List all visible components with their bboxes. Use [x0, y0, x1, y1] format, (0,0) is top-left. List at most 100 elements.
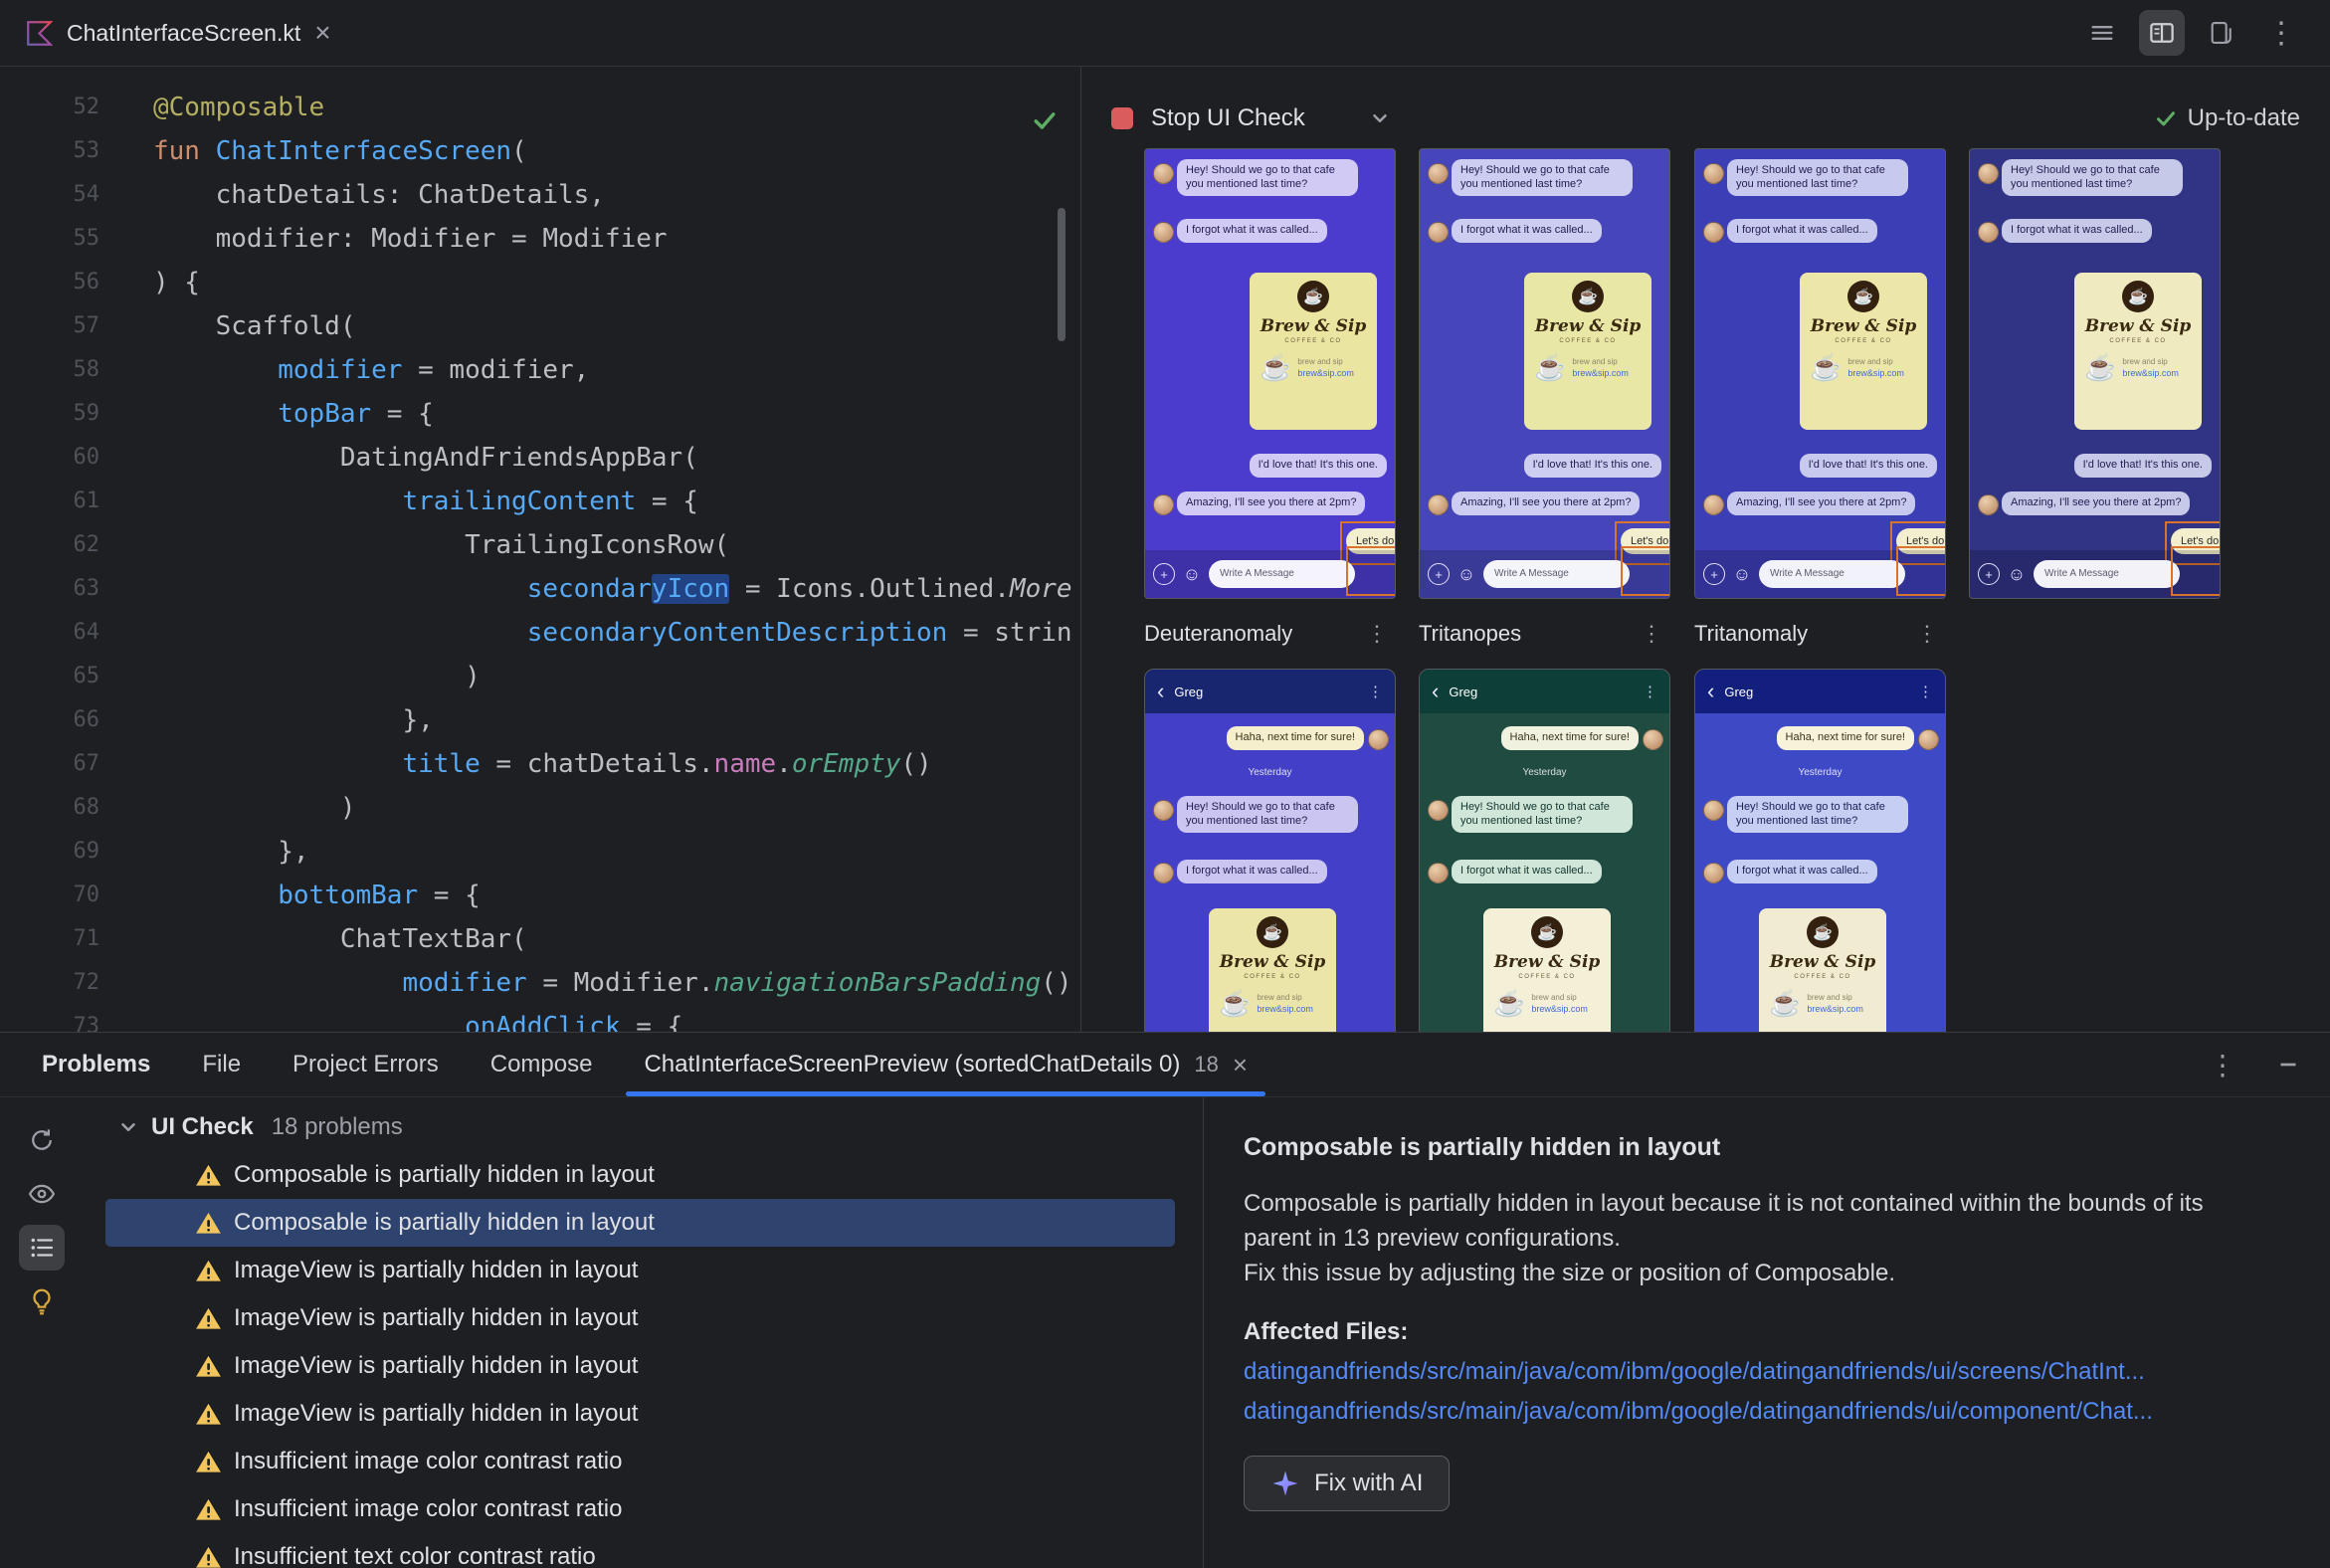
code-line[interactable]: 57 Scaffold( — [0, 304, 1080, 348]
emoji-icon[interactable]: ☺ — [1456, 564, 1476, 584]
chevron-down-icon[interactable] — [117, 1116, 139, 1138]
code-line[interactable]: 54 chatDetails: ChatDetails, — [0, 173, 1080, 217]
fix-with-ai-button[interactable]: Fix with AI — [1244, 1456, 1451, 1511]
code-line[interactable]: 65 ) — [0, 655, 1080, 698]
code-line[interactable]: 55 modifier: Modifier = Modifier — [0, 217, 1080, 261]
problem-list-item[interactable]: Composable is partially hidden in layout — [105, 1199, 1175, 1247]
panel-tab[interactable]: Project Errors — [267, 1033, 465, 1096]
code-line[interactable]: 59 topBar = { — [0, 392, 1080, 436]
panel-tab[interactable]: Compose — [465, 1033, 619, 1096]
tab-close-icon[interactable]: × — [314, 19, 330, 47]
code-line[interactable]: 52 @Composable — [0, 86, 1080, 129]
list-view-icon[interactable] — [19, 1225, 65, 1271]
preview-eye-icon[interactable] — [19, 1171, 65, 1217]
message-input[interactable]: Write A Message — [2034, 560, 2180, 588]
add-icon[interactable]: + — [1978, 563, 2000, 585]
problem-group-row[interactable]: UI Check 18 problems — [84, 1103, 1203, 1151]
code-line[interactable]: 73 onAddClick = { — [0, 1005, 1080, 1032]
problem-list-item[interactable]: Insufficient text color contrast ratio — [105, 1533, 1175, 1568]
panel-tab[interactable]: File — [176, 1033, 267, 1096]
cafe-link[interactable]: brew&sip.com — [1257, 1004, 1313, 1014]
cafe-link[interactable]: brew&sip.com — [1847, 368, 1904, 378]
cafe-link[interactable]: brew&sip.com — [1807, 1004, 1863, 1014]
ui-check-preview-phone[interactable]: Hey! Should we go to that cafe you menti… — [1969, 148, 2221, 599]
problem-list-item[interactable]: Composable is partially hidden in layout — [105, 1151, 1175, 1199]
problem-list-item[interactable]: Insufficient image color contrast ratio — [105, 1438, 1175, 1485]
problem-list-item[interactable]: Insufficient image color contrast ratio — [105, 1485, 1175, 1533]
emoji-icon[interactable]: ☺ — [2007, 564, 2027, 584]
tab-close-icon[interactable]: × — [1233, 1052, 1248, 1078]
code-line[interactable]: 56 ) { — [0, 261, 1080, 304]
message-input[interactable]: Write A Message — [1759, 560, 1905, 588]
kebab-icon[interactable]: ⋮ — [1643, 683, 1657, 700]
ui-check-preview-phone[interactable]: ‹ Greg ⋮ Haha, next time for sure! Yeste… — [1144, 669, 1396, 1032]
ui-check-preview-phone[interactable]: Hey! Should we go to that cafe you menti… — [1694, 148, 1946, 599]
editor-tab[interactable]: ChatInterfaceScreen.kt × — [0, 0, 357, 66]
emoji-icon[interactable]: ☺ — [1732, 564, 1752, 584]
code-line[interactable]: 60 DatingAndFriendsAppBar( — [0, 436, 1080, 480]
add-icon[interactable]: + — [1703, 563, 1725, 585]
kebab-icon[interactable]: ⋮ — [1366, 621, 1394, 647]
editor-scrollbar[interactable] — [1058, 208, 1066, 341]
problem-list-item[interactable]: ImageView is partially hidden in layout — [105, 1342, 1175, 1390]
cafe-link[interactable]: brew&sip.com — [2122, 368, 2179, 378]
back-icon[interactable]: ‹ — [1157, 681, 1164, 702]
inspections-ok-icon[interactable] — [1031, 106, 1059, 139]
code-line[interactable]: 53 fun ChatInterfaceScreen( — [0, 129, 1080, 173]
chevron-down-icon[interactable] — [1369, 107, 1391, 129]
back-icon[interactable]: ‹ — [1432, 681, 1439, 702]
split-preview-layout-icon[interactable] — [2139, 10, 2185, 56]
code-line[interactable]: 66 }, — [0, 698, 1080, 742]
stop-ui-check-button[interactable]: Stop UI Check — [1151, 104, 1305, 132]
code-line[interactable]: 62 TrailingIconsRow( — [0, 523, 1080, 567]
kebab-icon[interactable]: ⋮ — [1918, 683, 1933, 700]
ui-check-preview-phone[interactable]: ‹ Greg ⋮ Haha, next time for sure! Yeste… — [1694, 669, 1946, 1032]
ui-check-preview-phone[interactable]: ‹ Greg ⋮ Haha, next time for sure! Yeste… — [1419, 669, 1670, 1032]
add-icon[interactable]: + — [1428, 563, 1450, 585]
stop-icon[interactable] — [1111, 107, 1133, 129]
message-input[interactable]: Write A Message — [1209, 560, 1355, 588]
kebab-icon[interactable]: ⋮ — [1368, 683, 1383, 700]
problem-list-item[interactable]: ImageView is partially hidden in layout — [105, 1390, 1175, 1438]
message-input[interactable]: Write A Message — [1483, 560, 1630, 588]
warning-icon — [196, 1307, 221, 1329]
ui-check-preview-phone[interactable]: Hey! Should we go to that cafe you menti… — [1144, 148, 1396, 599]
kebab-icon[interactable]: ⋮ — [1641, 621, 1668, 647]
code-line[interactable]: 64 secondaryContentDescription = strin — [0, 611, 1080, 655]
structure-menu-icon[interactable] — [2079, 10, 2125, 56]
code-line[interactable]: 72 modifier = Modifier.navigationBarsPad… — [0, 961, 1080, 1005]
code-line[interactable]: 63 secondaryIcon = Icons.Outlined.More — [0, 567, 1080, 611]
cafe-link[interactable]: brew&sip.com — [1297, 368, 1354, 378]
avatar — [1368, 729, 1389, 750]
panel-options-icon[interactable]: ⋮ — [2209, 1049, 2236, 1081]
minimize-icon[interactable] — [2276, 1053, 2300, 1077]
problem-list-item[interactable]: ImageView is partially hidden in layout — [105, 1247, 1175, 1294]
tool-window-title[interactable]: Problems — [16, 1051, 176, 1078]
ui-check-preview-phone[interactable]: Hey! Should we go to that cafe you menti… — [1419, 148, 1670, 599]
back-icon[interactable]: ‹ — [1707, 681, 1714, 702]
code-text: ) { — [153, 268, 200, 297]
kebab-menu-icon[interactable]: ⋮ — [2258, 10, 2304, 56]
affected-file-link[interactable]: datingandfriends/src/main/java/com/ibm/g… — [1244, 1398, 2290, 1426]
emoji-icon[interactable]: ☺ — [1182, 564, 1202, 584]
kebab-icon[interactable]: ⋮ — [1916, 621, 1944, 647]
panel-tab[interactable]: ChatInterfaceScreenPreview (sortedChatDe… — [618, 1033, 1273, 1096]
code-line[interactable]: 68 ) — [0, 786, 1080, 830]
problem-detail-pane: Composable is partially hidden in layout… — [1204, 1097, 2330, 1568]
code-line[interactable]: 61 trailingContent = { — [0, 480, 1080, 523]
affected-file-link[interactable]: datingandfriends/src/main/java/com/ibm/g… — [1244, 1358, 2290, 1386]
device-preview-icon[interactable] — [2199, 10, 2244, 56]
code-area[interactable]: 52 @Composable 53 fun ChatInterfaceScree… — [0, 86, 1080, 1032]
refresh-icon[interactable] — [19, 1117, 65, 1163]
code-line[interactable]: 58 modifier = modifier, — [0, 348, 1080, 392]
problem-list-item[interactable]: ImageView is partially hidden in layout — [105, 1294, 1175, 1342]
code-line[interactable]: 71 ChatTextBar( — [0, 917, 1080, 961]
lightbulb-icon[interactable] — [19, 1278, 65, 1324]
code-editor-pane[interactable]: 52 @Composable 53 fun ChatInterfaceScree… — [0, 67, 1080, 1032]
code-line[interactable]: 69 }, — [0, 830, 1080, 874]
code-line[interactable]: 67 title = chatDetails.name.orEmpty() — [0, 742, 1080, 786]
cafe-link[interactable]: brew&sip.com — [1531, 1004, 1588, 1014]
add-icon[interactable]: + — [1153, 563, 1175, 585]
cafe-link[interactable]: brew&sip.com — [1572, 368, 1629, 378]
code-line[interactable]: 70 bottomBar = { — [0, 874, 1080, 917]
